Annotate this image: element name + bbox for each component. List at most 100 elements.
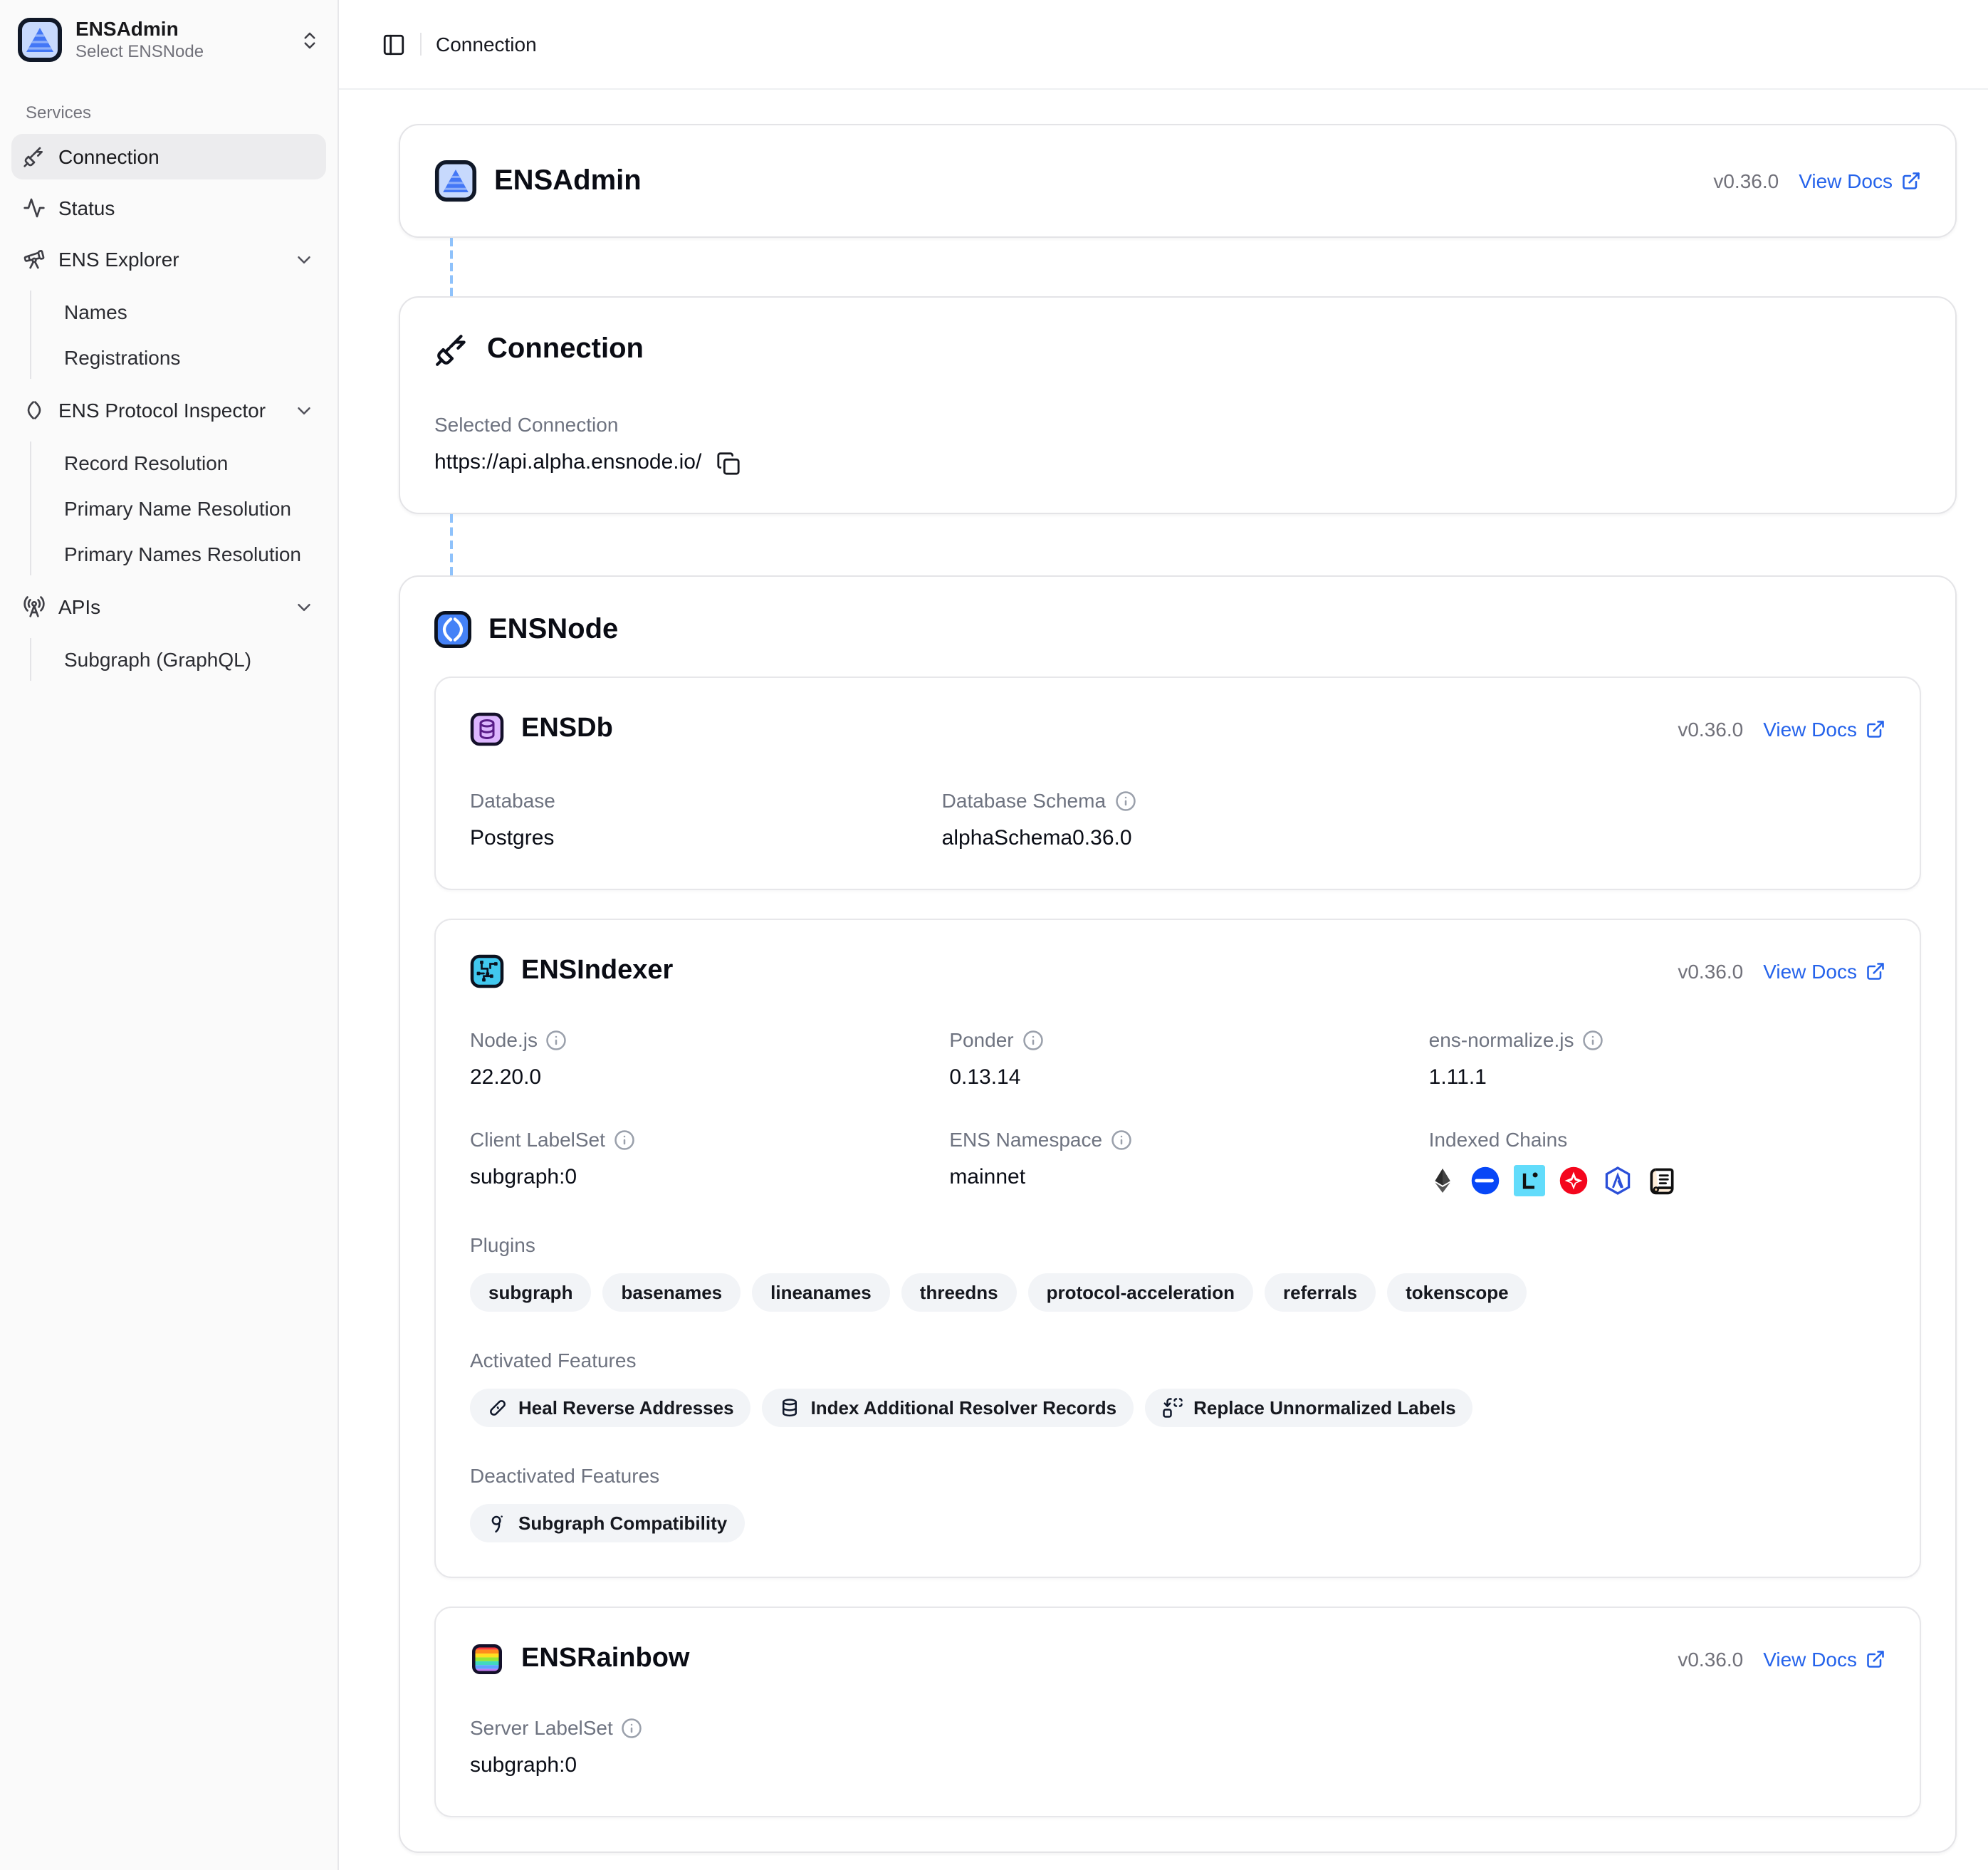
header-divider: [420, 33, 422, 56]
ensrainbow-card: ENSRainbow v0.36.0 View Docs: [434, 1607, 1921, 1817]
subgraph-icon: [487, 1513, 508, 1534]
card-title: ENSRainbow: [521, 1644, 689, 1675]
client-labelset-field: Client LabelSet subgraph:0: [470, 1125, 926, 1196]
panel-left-toggle-icon[interactable]: [382, 32, 406, 56]
version-badge: v0.36.0: [1713, 169, 1779, 192]
sidebar-item-names[interactable]: Names: [53, 291, 326, 333]
plugin-badge: referrals: [1265, 1273, 1376, 1312]
ens-lens-icon: [23, 399, 46, 422]
card-connector-line: [450, 514, 453, 575]
ens-normalize-value: 1.11.1: [1429, 1062, 1885, 1094]
sidebar-section-label: Services: [26, 103, 326, 122]
activated-features-label: Activated Features: [470, 1346, 1885, 1374]
info-icon[interactable]: [546, 1029, 567, 1050]
card-title: Connection: [487, 333, 644, 366]
copy-icon[interactable]: [716, 451, 740, 475]
info-icon[interactable]: [1111, 1129, 1132, 1150]
chevron-down-icon[interactable]: [293, 399, 315, 421]
plug-zap-icon: [23, 145, 46, 168]
chevrons-up-down-icon: [299, 29, 320, 51]
nodejs-field: Node.js 22.20.0: [470, 1025, 926, 1094]
info-icon[interactable]: [614, 1129, 635, 1150]
sidebar-item-record-resolution[interactable]: Record Resolution: [53, 442, 326, 484]
ens-namespace-value: mainnet: [949, 1162, 1406, 1193]
external-link-icon: [1866, 1649, 1885, 1669]
sidebar-item-primary-name-resolution[interactable]: Primary Name Resolution: [53, 487, 326, 530]
protocol-inspector-subtree: Record Resolution Primary Name Resolutio…: [30, 442, 326, 575]
view-docs-link[interactable]: View Docs: [1763, 1648, 1885, 1671]
ensadmin-logo-icon: [17, 17, 63, 63]
card-title: ENSDb: [521, 714, 613, 745]
external-link-icon: [1901, 171, 1921, 191]
ensadmin-card: ENSAdmin v0.36.0 View Docs: [399, 124, 1957, 238]
sidebar-item-ens-explorer[interactable]: ENS Explorer: [11, 236, 326, 282]
plugin-badge: lineanames: [752, 1273, 890, 1312]
plug-zap-icon: [434, 332, 470, 367]
ponder-value: 0.13.14: [949, 1062, 1406, 1094]
chain-icon-base: [1470, 1165, 1502, 1196]
ensnode-selector[interactable]: ENSAdmin Select ENSNode: [11, 14, 326, 66]
indexed-chains-list: [1429, 1165, 1885, 1196]
sidebar-item-ens-protocol-inspector[interactable]: ENS Protocol Inspector: [11, 387, 326, 433]
plugin-badge: tokenscope: [1387, 1273, 1527, 1312]
database-schema-label: Database Schema: [942, 786, 1106, 815]
ponder-field: Ponder 0.13.14: [949, 1025, 1406, 1094]
sidebar-item-connection[interactable]: Connection: [11, 134, 326, 179]
page-content: ENSAdmin v0.36.0 View Docs: [339, 90, 1988, 1870]
plugins-label: Plugins: [470, 1231, 1885, 1259]
card-title: ENSIndexer: [521, 956, 673, 987]
chain-icon-ethereum: [1429, 1166, 1458, 1195]
version-badge: v0.36.0: [1678, 1648, 1743, 1671]
server-labelset-field: Server LabelSet subgraph:0: [470, 1713, 1885, 1782]
sidebar-item-subgraph-graphql[interactable]: Subgraph (GraphQL): [53, 638, 326, 681]
ensindexer-card: ENSIndexer v0.36.0 View Docs: [434, 919, 1921, 1578]
feature-badge: Heal Reverse Addresses: [470, 1389, 751, 1427]
card-title: ENSNode: [488, 613, 618, 646]
card-connector-line: [450, 238, 453, 296]
sidebar-item-status[interactable]: Status: [11, 185, 326, 231]
info-icon[interactable]: [622, 1717, 643, 1738]
view-docs-link[interactable]: View Docs: [1763, 960, 1885, 983]
sidebar-nav: Connection Status ENS Explorer Names: [11, 134, 326, 684]
bandage-icon: [487, 1397, 508, 1419]
card-title: ENSAdmin: [494, 164, 642, 197]
deactivated-features-label: Deactivated Features: [470, 1461, 1885, 1490]
apis-subtree: Subgraph (GraphQL): [30, 638, 326, 681]
ens-explorer-subtree: Names Registrations: [30, 291, 326, 379]
server-labelset-value: subgraph:0: [470, 1750, 1885, 1782]
feature-badge: Replace Unnormalized Labels: [1145, 1389, 1472, 1427]
database-schema-value: alphaSchema0.36.0: [942, 823, 1414, 855]
chain-icon-linea: [1514, 1165, 1546, 1196]
database-field: Database Postgres: [470, 786, 942, 855]
sidebar-item-label: ENS Explorer: [58, 248, 179, 271]
chevron-down-icon[interactable]: [293, 596, 315, 617]
database-label: Database: [470, 786, 942, 815]
view-docs-link[interactable]: View Docs: [1763, 718, 1885, 741]
chain-icon-arbitrum: [1603, 1165, 1634, 1196]
database-schema-field: Database Schema alphaSchema0.36.0: [942, 786, 1414, 855]
selected-connection-label: Selected Connection: [434, 410, 1921, 439]
app-subtitle: Select ENSNode: [75, 41, 286, 63]
nodejs-value: 22.20.0: [470, 1062, 926, 1094]
radio-tower-icon: [23, 595, 46, 618]
sidebar-item-apis[interactable]: APIs: [11, 584, 326, 630]
ensadmin-logo-icon: [434, 160, 477, 202]
sidebar: ENSAdmin Select ENSNode Services Connect…: [0, 0, 339, 1870]
ensrainbow-logo-icon: [470, 1642, 504, 1676]
view-docs-link[interactable]: View Docs: [1799, 169, 1921, 192]
info-icon[interactable]: [1114, 790, 1136, 811]
server-labelset-label: Server LabelSet: [470, 1713, 613, 1742]
info-icon[interactable]: [1583, 1029, 1604, 1050]
sidebar-item-primary-names-resolution[interactable]: Primary Names Resolution: [53, 533, 326, 575]
external-link-icon: [1866, 719, 1885, 739]
version-badge: v0.36.0: [1678, 718, 1743, 741]
info-icon[interactable]: [1022, 1029, 1044, 1050]
ensnode-logo-icon: [434, 611, 471, 648]
ensdb-card: ENSDb v0.36.0 View Docs: [434, 677, 1921, 890]
app-name: ENSAdmin: [75, 17, 286, 41]
ensindexer-logo-icon: [470, 954, 504, 988]
chevron-down-icon[interactable]: [293, 249, 315, 270]
sidebar-item-registrations[interactable]: Registrations: [53, 336, 326, 379]
database-icon: [780, 1397, 801, 1419]
plugin-badge: threedns: [901, 1273, 1017, 1312]
